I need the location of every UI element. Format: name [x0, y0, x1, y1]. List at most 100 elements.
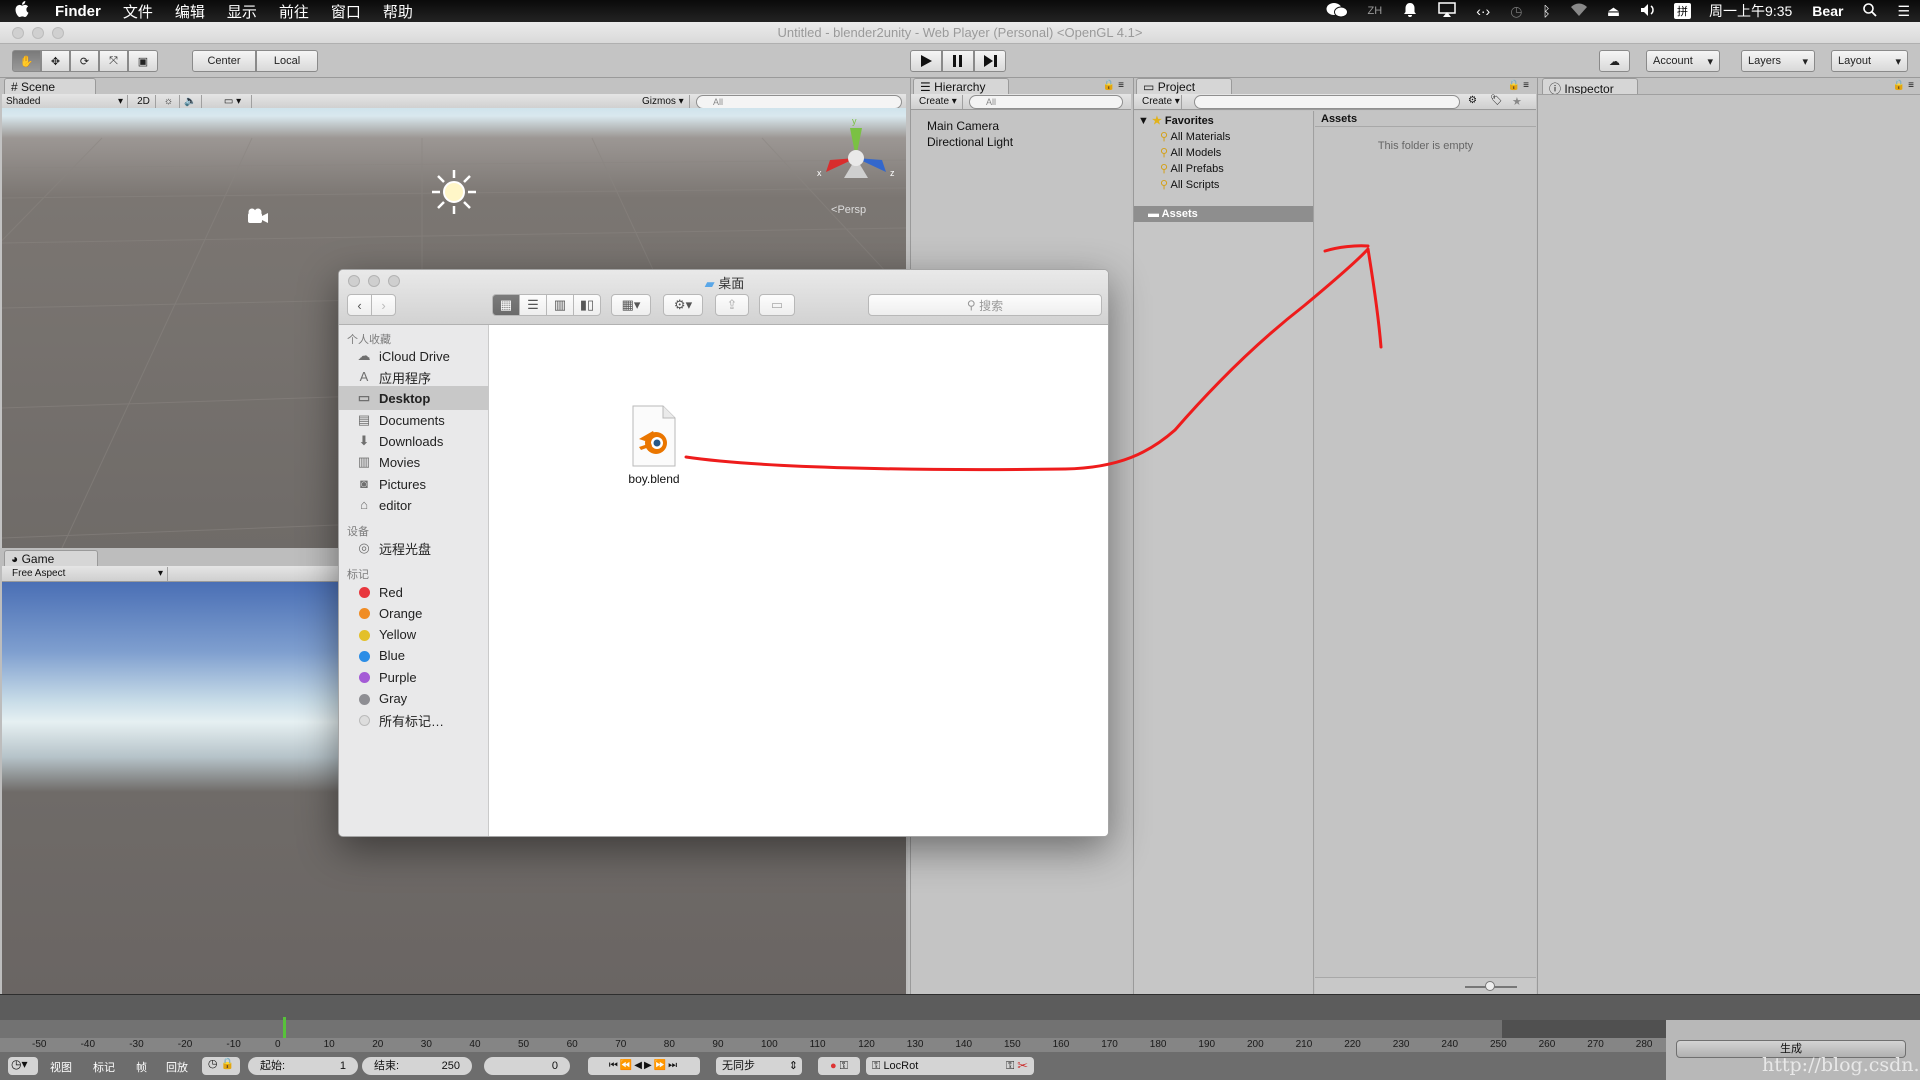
- jump-start-icon[interactable]: ⏮: [609, 1060, 620, 1071]
- play-button[interactable]: [910, 50, 942, 72]
- editor-type-button[interactable]: ◷▾: [8, 1057, 38, 1075]
- notification-bell-icon[interactable]: [1392, 2, 1428, 21]
- cloud-button[interactable]: ☁: [1599, 50, 1630, 72]
- favorite-all-prefabs[interactable]: ⚲ All Prefabs: [1160, 162, 1224, 175]
- project-tab[interactable]: ▭ Project: [1136, 78, 1232, 95]
- insert-key-icon[interactable]: ⚿: [1006, 1060, 1014, 1072]
- filter-by-type-icon[interactable]: ⚙: [1468, 95, 1477, 106]
- timeline-track[interactable]: [0, 1020, 1666, 1038]
- play-reverse-icon[interactable]: ◀: [634, 1060, 644, 1071]
- account-dropdown[interactable]: Account ▾: [1646, 50, 1720, 72]
- sidebar-item-remote-disc[interactable]: ◎ 远程光盘: [339, 536, 489, 560]
- notification-center-icon[interactable]: ☰: [1887, 3, 1920, 20]
- move-tool-button[interactable]: ✥: [41, 50, 70, 72]
- playback-controls[interactable]: ⏮⏪◀▶⏩⏭: [588, 1057, 700, 1075]
- coverflow-view-button[interactable]: ▮▯: [573, 294, 601, 316]
- current-frame-field[interactable]: 0: [484, 1057, 570, 1075]
- wifi-icon[interactable]: [1561, 3, 1597, 20]
- sidebar-item-desktop[interactable]: ▭ Desktop: [339, 386, 489, 410]
- panel-lock-icon[interactable]: 🔒 ≡: [1508, 80, 1529, 91]
- sidebar-item-all-tags[interactable]: 所有标记…: [339, 708, 489, 732]
- step-button[interactable]: [974, 50, 1006, 72]
- auto-key-toggle[interactable]: ● ⚿: [818, 1057, 860, 1075]
- hierarchy-search-input[interactable]: All: [969, 95, 1123, 109]
- column-view-button[interactable]: ▥: [546, 294, 574, 316]
- pause-button[interactable]: [942, 50, 974, 72]
- menu-window[interactable]: 窗口: [320, 1, 372, 22]
- hierarchy-item-main-camera[interactable]: Main Camera: [927, 119, 999, 133]
- inspector-tab[interactable]: ⓘ Inspector: [1542, 78, 1638, 96]
- back-button[interactable]: ‹: [347, 294, 372, 316]
- input-source-icon[interactable]: ZH: [1358, 5, 1393, 17]
- end-frame-field[interactable]: 结束: 250: [362, 1057, 472, 1075]
- unity-minimize-button[interactable]: [32, 27, 44, 39]
- pivot-center-toggle[interactable]: Center: [192, 50, 256, 72]
- sidebar-item-movies[interactable]: ▥ Movies: [339, 450, 489, 474]
- unity-close-button[interactable]: [12, 27, 24, 39]
- jump-end-icon[interactable]: ⏭: [668, 1060, 679, 1071]
- scene-audio-toggle[interactable]: 🔈: [180, 95, 202, 109]
- eject-icon[interactable]: ⏏: [1597, 3, 1630, 20]
- aspect-dropdown[interactable]: Free Aspect ▾: [8, 567, 168, 581]
- bluetooth-icon[interactable]: ᛒ: [1532, 3, 1560, 19]
- wechat-icon[interactable]: [1316, 2, 1358, 21]
- start-frame-field[interactable]: 起始: 1: [248, 1057, 358, 1075]
- hierarchy-create-dropdown[interactable]: Create ▾: [915, 95, 963, 109]
- sync-mode-dropdown[interactable]: 无同步 ⇕: [716, 1057, 802, 1075]
- spotlight-icon[interactable]: [1853, 2, 1887, 20]
- favorite-all-models[interactable]: ⚲ All Models: [1160, 146, 1221, 159]
- rect-tool-button[interactable]: ▣: [128, 50, 158, 72]
- scene-search-input[interactable]: All: [696, 95, 902, 109]
- sidebar-tag-gray[interactable]: Gray: [339, 687, 489, 711]
- menu-marker[interactable]: 标记: [93, 1059, 115, 1075]
- filter-by-label-icon[interactable]: 🏷: [1490, 95, 1503, 106]
- keyboard-layout-icon[interactable]: 拼: [1674, 3, 1692, 19]
- pivot-local-toggle[interactable]: Local: [256, 50, 318, 72]
- finder-search-field[interactable]: ⚲ 搜索: [868, 294, 1102, 316]
- volume-icon[interactable]: [1630, 3, 1666, 20]
- insert-keyframe-buttons[interactable]: ⚿ ✂: [1000, 1057, 1034, 1075]
- sidebar-item-editor[interactable]: ⌂ editor: [339, 493, 489, 517]
- slider-thumb[interactable]: [1485, 981, 1495, 991]
- menu-go[interactable]: 前往: [268, 1, 320, 22]
- favorites-group[interactable]: ▼ ★ Favorites: [1138, 114, 1214, 127]
- panel-lock-icon[interactable]: 🔒 ≡: [1893, 80, 1914, 91]
- hand-tool-button[interactable]: ✋: [12, 50, 41, 72]
- project-create-dropdown[interactable]: Create ▾: [1138, 95, 1182, 109]
- mode-2d-toggle[interactable]: 2D: [132, 95, 156, 109]
- layout-dropdown[interactable]: Layout ▾: [1831, 50, 1908, 72]
- share-button[interactable]: ⇪: [715, 294, 749, 316]
- scene-lighting-toggle[interactable]: ☼: [158, 95, 180, 109]
- preview-range-toggle[interactable]: ◷ 🔒: [202, 1057, 240, 1075]
- file-item-boy-blend[interactable]: boy.blend: [619, 405, 689, 486]
- directional-light-icon[interactable]: [430, 168, 478, 219]
- favorite-all-scripts[interactable]: ⚲ All Scripts: [1160, 178, 1219, 191]
- code-brackets-icon[interactable]: ‹·›: [1466, 3, 1500, 19]
- timeline-playhead[interactable]: [283, 1017, 286, 1038]
- breadcrumb[interactable]: Assets: [1315, 111, 1536, 127]
- scene-effects-dropdown[interactable]: ▭ ▾: [214, 95, 252, 109]
- action-button[interactable]: ⚙ ▾: [663, 294, 703, 316]
- scene-tab[interactable]: # Scene: [4, 78, 96, 95]
- play-icon[interactable]: ▶: [644, 1060, 654, 1071]
- clock-text[interactable]: 周一上午9:35: [1699, 1, 1802, 21]
- rotate-tool-button[interactable]: ⟳: [70, 50, 99, 72]
- unity-zoom-button[interactable]: [52, 27, 64, 39]
- prev-key-icon[interactable]: ⏪: [620, 1060, 634, 1071]
- apple-menu-icon[interactable]: [0, 0, 44, 22]
- shading-mode-dropdown[interactable]: Shaded ▾: [2, 95, 128, 109]
- project-search-input[interactable]: [1194, 95, 1460, 109]
- list-view-button[interactable]: ☰: [519, 294, 547, 316]
- star-icon[interactable]: ★: [1512, 95, 1522, 108]
- scene-orientation-gizmo[interactable]: y x z: [816, 116, 896, 190]
- arrange-button[interactable]: ▦ ▾: [611, 294, 651, 316]
- gizmos-dropdown[interactable]: Gizmos ▾: [638, 95, 690, 109]
- scale-tool-button[interactable]: ⤧: [99, 50, 128, 72]
- tags-button[interactable]: ▭: [759, 294, 795, 316]
- next-key-icon[interactable]: ⏩: [654, 1060, 668, 1071]
- user-name[interactable]: Bear: [1802, 3, 1853, 19]
- favorite-all-materials[interactable]: ⚲ All Materials: [1160, 130, 1230, 143]
- camera-gizmo-icon[interactable]: [245, 207, 269, 228]
- menu-playback[interactable]: 回放: [166, 1059, 188, 1075]
- persp-label[interactable]: <Persp: [831, 204, 866, 216]
